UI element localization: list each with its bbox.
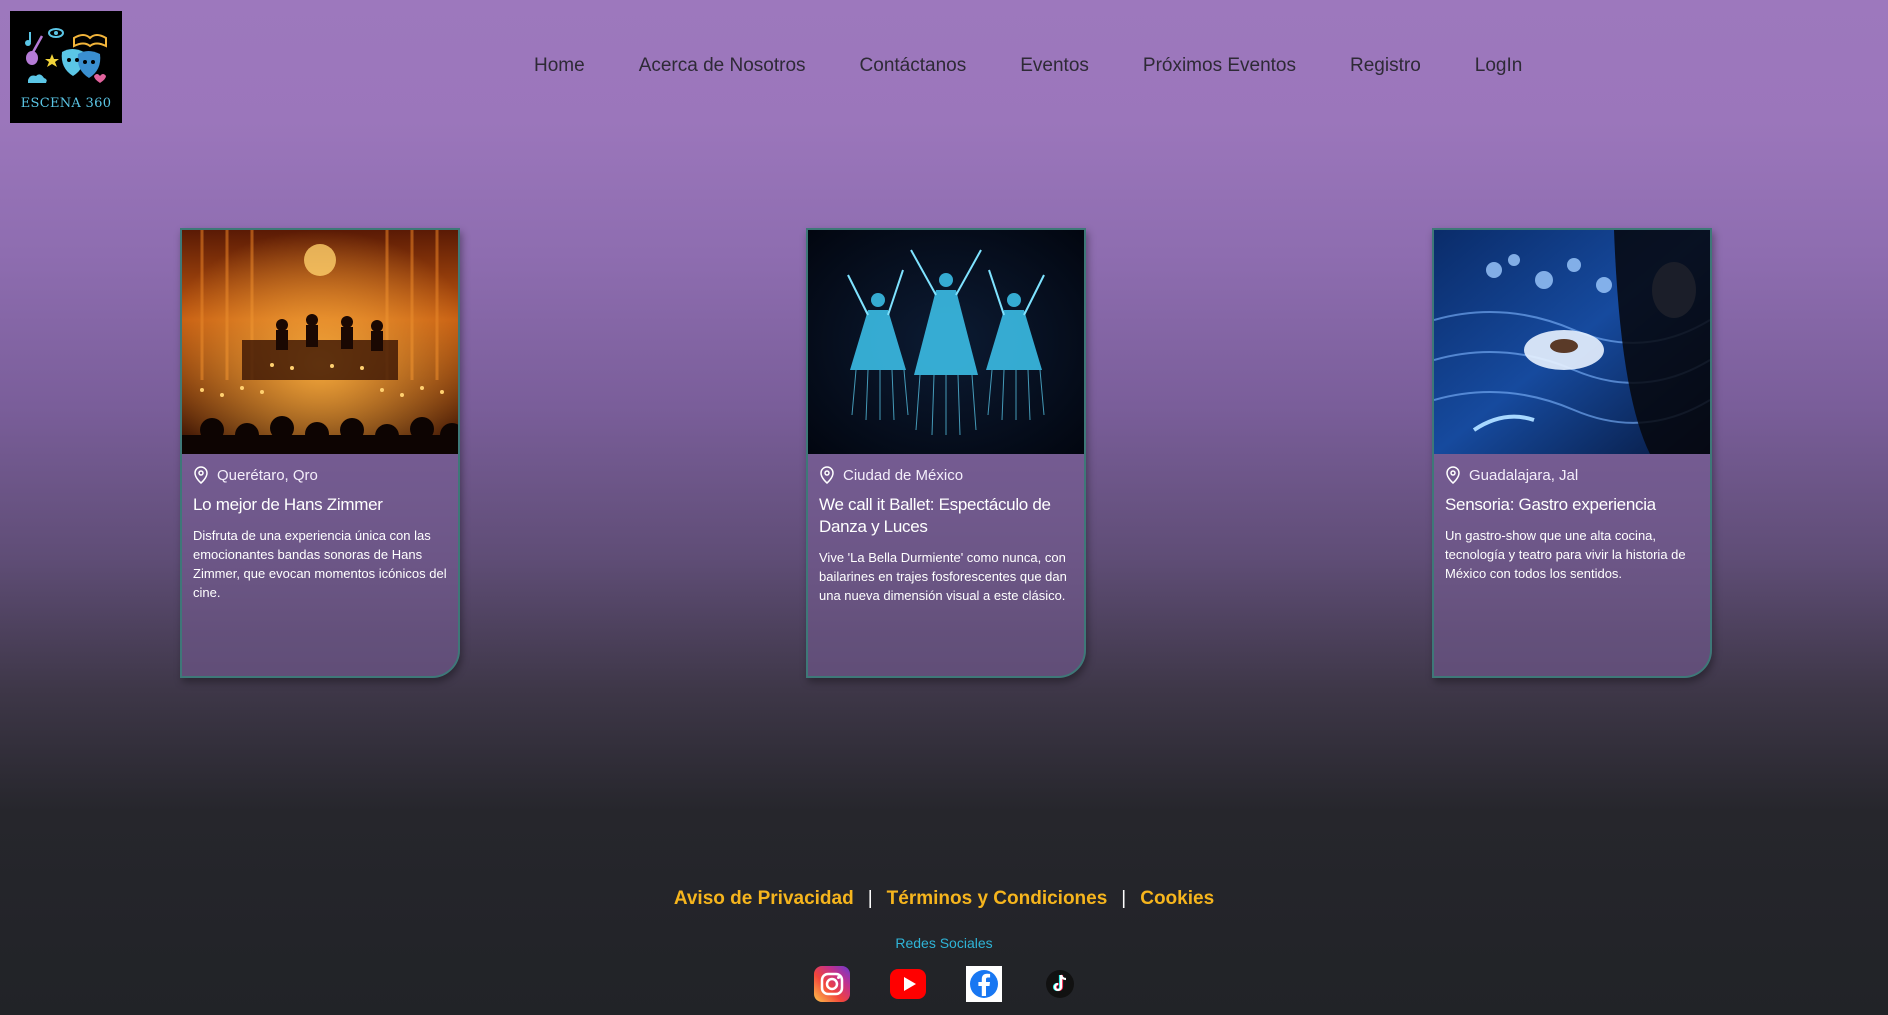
event-title: Sensoria: Gastro experiencia <box>1445 495 1656 514</box>
nav-register[interactable]: Registro <box>1350 55 1421 77</box>
event-card[interactable]: Ciudad de México We call it Ballet: Espe… <box>806 228 1086 678</box>
terms-link[interactable]: Términos y Condiciones <box>887 888 1108 909</box>
event-card[interactable]: Guadalajara, Jal Sensoria: Gastro experi… <box>1432 228 1712 678</box>
event-details-button[interactable] <box>808 630 1084 676</box>
youtube-icon[interactable] <box>890 966 926 1002</box>
event-image-ballet <box>808 230 1084 454</box>
event-title: We call it Ballet: Espectáculo de Danza … <box>819 495 1051 536</box>
footer-links: Aviso de Privacidad | Términos y Condicion… <box>0 888 1888 910</box>
event-location-text: Ciudad de México <box>843 466 964 484</box>
social-links <box>814 966 1078 1002</box>
privacy-link[interactable]: Aviso de Privacidad <box>674 888 854 909</box>
location-pin-icon <box>194 466 208 484</box>
theater-masks-icon <box>25 27 107 83</box>
nav-upcoming-events[interactable]: Próximos Eventos <box>1143 55 1296 77</box>
site-logo[interactable]: ESCENA 360 <box>10 11 122 123</box>
location-pin-icon <box>820 466 834 484</box>
event-image-concert <box>182 230 458 454</box>
logo-text: ESCENA 360 <box>20 95 112 111</box>
event-card[interactable]: Querétaro, Qro Lo mejor de Hans Zimmer D… <box>180 228 460 678</box>
tiktok-icon[interactable] <box>1042 966 1078 1002</box>
event-description: Disfruta de una experiencia única con la… <box>193 528 447 600</box>
footer-separator: | <box>867 888 873 909</box>
facebook-icon[interactable] <box>966 966 1002 1002</box>
nav-events[interactable]: Eventos <box>1020 55 1089 77</box>
event-details-button[interactable] <box>1434 630 1710 676</box>
nav-home[interactable]: Home <box>534 55 585 77</box>
event-title: Lo mejor de Hans Zimmer <box>193 495 383 514</box>
event-location: Ciudad de México <box>819 466 1084 484</box>
cookies-link[interactable]: Cookies <box>1140 888 1214 909</box>
event-location: Querétaro, Qro <box>193 466 458 484</box>
instagram-icon[interactable] <box>814 966 850 1002</box>
social-title: Redes Sociales <box>895 935 993 951</box>
nav-login[interactable]: LogIn <box>1475 55 1523 77</box>
nav-contact[interactable]: Contáctanos <box>860 55 967 77</box>
nav-about[interactable]: Acerca de Nosotros <box>639 55 806 77</box>
event-image-gastro <box>1434 230 1710 454</box>
main-nav: Home Acerca de Nosotros Contáctanos Even… <box>534 55 1522 77</box>
footer-separator: | <box>1121 888 1127 909</box>
event-location-text: Guadalajara, Jal <box>1469 466 1579 484</box>
location-pin-icon <box>1446 466 1460 484</box>
event-description: Vive 'La Bella Durmiente' como nunca, co… <box>819 550 1067 603</box>
event-description: Un gastro-show que une alta cocina, tecn… <box>1445 528 1686 581</box>
event-details-button[interactable] <box>182 630 458 676</box>
event-location: Guadalajara, Jal <box>1445 466 1710 484</box>
event-location-text: Querétaro, Qro <box>217 466 318 484</box>
